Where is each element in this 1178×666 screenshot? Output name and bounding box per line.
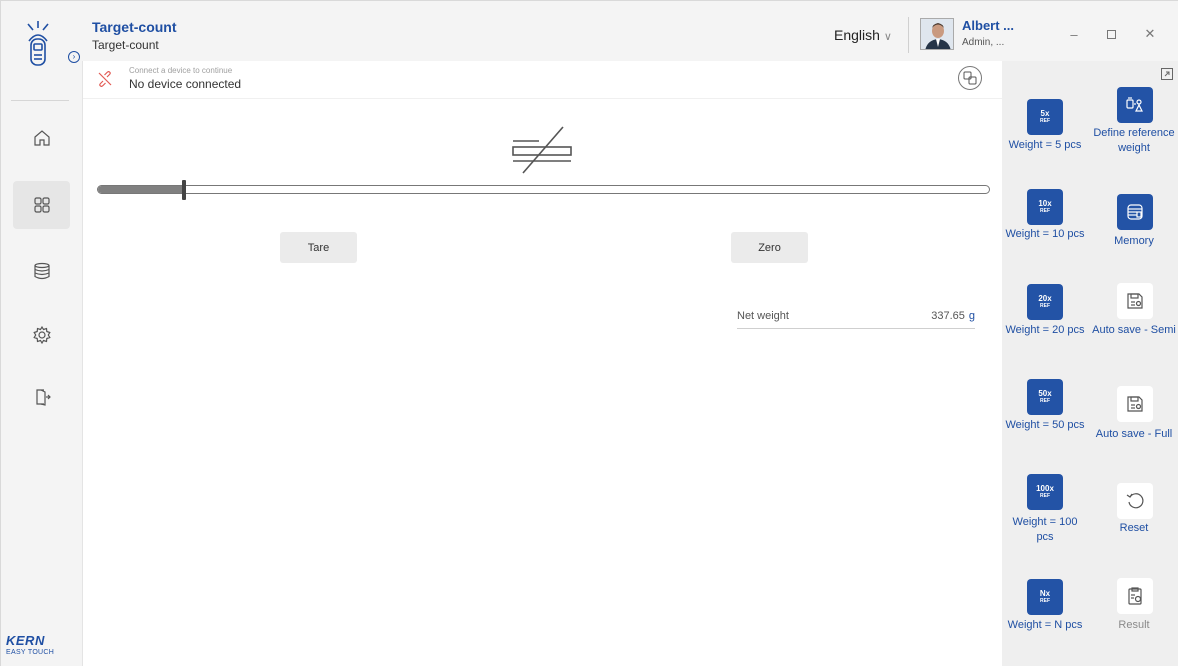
sidebar-item-settings[interactable] [13,311,70,359]
language-value: English [834,27,880,43]
ref-n-subtext: REF [1040,598,1050,604]
net-weight-unit: g [968,310,975,322]
sidebar-item-apps[interactable] [13,181,70,229]
ref-n-button[interactable]: Nx REF [1027,579,1063,615]
gear-icon [32,325,51,345]
ref-100-label[interactable]: Weight = 100 pcs [1005,515,1085,545]
connection-hint: Connect a device to continue [129,66,233,75]
ref-5-subtext: REF [1040,118,1050,124]
ref-20-label[interactable]: Weight = 20 pcs [1005,323,1085,338]
page-title: Target-count [92,19,177,35]
ref-50-label[interactable]: Weight = 50 pcs [1005,418,1085,433]
user-role: Admin, ... [962,37,1005,48]
app-window: › KERN EASY TOUCH Target-count Target-co… [0,0,1178,666]
ref-20-subtext: REF [1040,303,1050,309]
brand-tagline: EASY TOUCH [6,649,55,656]
user-photo-icon [921,19,953,49]
ref-10-text: 10x [1038,199,1052,208]
ref-5-label[interactable]: Weight = 5 pcs [1000,138,1090,153]
reset-button[interactable] [1117,483,1153,519]
reference-weight-icon [1126,97,1143,112]
main-content: Connect a device to continue No device c… [82,61,1003,666]
app-logo-icon [27,21,49,66]
result-label[interactable]: Result [1089,618,1178,633]
target-marker [182,180,187,200]
net-weight-value: 337.65 [931,310,965,322]
net-weight-label: Net weight [737,310,789,322]
header: Target-count Target-count English ∨ Alber… [82,1,1178,61]
auto-save-icon [1127,293,1143,309]
divider [908,17,909,53]
expand-panel-icon[interactable] [1161,68,1173,80]
home-icon [33,130,50,146]
connection-status: No device connected [129,77,242,91]
unlinked-icon [98,71,112,87]
avatar[interactable] [920,18,954,50]
user-name[interactable]: Albert ... [962,18,1014,33]
chevron-down-icon: ∨ [883,31,892,43]
ref-10-button[interactable]: 10x REF [1027,189,1063,225]
ref-100-button[interactable]: 100x REF [1027,474,1063,510]
sidebar-item-logout[interactable] [13,373,70,421]
ref-100-text: 100x [1036,484,1054,493]
device-connect-button[interactable] [958,66,982,90]
maximize-icon [1106,29,1116,39]
logout-door-icon [35,389,51,406]
ref-5-button[interactable]: 5x REF [1027,99,1063,135]
define-reference-button[interactable] [1117,87,1153,123]
divider [737,328,975,329]
memory-icon [1127,204,1143,220]
zero-button[interactable]: Zero [731,232,808,263]
auto-save-full-label[interactable]: Auto save - Full [1089,427,1178,442]
net-weight-readout: 337.65 g [863,310,975,322]
ref-n-label[interactable]: Weight = N pcs [1000,618,1090,633]
result-icon [1128,587,1142,605]
sidebar-item-home[interactable] [13,114,70,162]
weighing-progress-bar [97,180,990,200]
close-button[interactable]: ✕ [1142,26,1158,42]
sidebar-item-database[interactable] [13,247,70,295]
reset-icon [1126,493,1144,509]
tare-button[interactable]: Tare [280,232,357,263]
scale-unstable-icon [512,126,572,174]
define-reference-label[interactable]: Define reference weight [1089,126,1178,156]
reset-label[interactable]: Reset [1089,521,1178,536]
apps-grid-icon [33,197,50,213]
memory-label[interactable]: Memory [1089,234,1178,249]
ref-50-text: 50x [1038,389,1052,398]
ref-100-subtext: REF [1040,493,1050,499]
brand-logo: KERN [6,633,45,648]
language-select[interactable]: English ∨ [834,27,892,43]
page-subtitle: Target-count [92,38,159,52]
ref-10-subtext: REF [1040,208,1050,214]
ref-20-button[interactable]: 20x REF [1027,284,1063,320]
memory-button[interactable] [1117,194,1153,230]
maximize-button[interactable] [1103,26,1119,42]
divider [11,100,69,101]
expand-sidebar-button[interactable]: › [68,51,80,63]
database-icon [33,262,50,280]
auto-save-semi-button[interactable] [1117,283,1153,319]
function-panel: 5x REF Weight = 5 pcs 10x REF Weight = 1… [1002,61,1178,666]
auto-save-icon [1127,396,1143,412]
ref-10-label[interactable]: Weight = 10 pcs [1005,227,1085,242]
ref-5-text: 5x [1040,109,1050,118]
ref-n-text: Nx [1039,589,1051,598]
minimize-button[interactable]: – [1066,26,1082,42]
divider [83,98,1003,99]
ref-50-subtext: REF [1040,398,1050,404]
devices-icon [963,71,977,85]
progress-fill [98,186,185,193]
sidebar: › KERN EASY TOUCH [1,1,82,666]
ref-20-text: 20x [1038,294,1052,303]
auto-save-full-button[interactable] [1117,386,1153,422]
result-button[interactable] [1117,578,1153,614]
auto-save-semi-label[interactable]: Auto save - Semi [1089,323,1178,338]
ref-50-button[interactable]: 50x REF [1027,379,1063,415]
